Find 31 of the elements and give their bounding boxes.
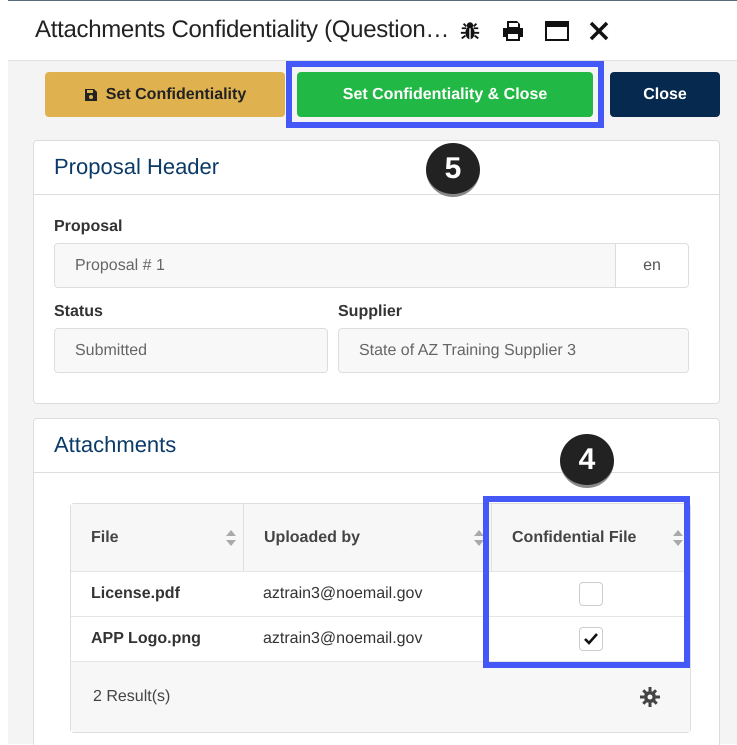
checkbox[interactable]: [578, 627, 602, 651]
step-number-badge: 4: [560, 434, 614, 488]
step-number-badge: 5: [426, 143, 480, 197]
section-heading: Proposal Header: [54, 154, 220, 181]
print-icon[interactable]: [501, 20, 526, 42]
settings-icon[interactable]: [640, 687, 660, 707]
section-heading: Attachments: [54, 432, 176, 459]
set-confidentiality-button[interactable]: Set Confidentiality: [45, 72, 285, 117]
window-title: Attachments Confidentiality (Question…: [35, 16, 450, 45]
close-icon[interactable]: [589, 20, 610, 40]
sort-icon[interactable]: [473, 528, 485, 546]
field-label: Supplier: [338, 302, 402, 322]
field-label: Proposal: [54, 217, 122, 237]
proposal-field[interactable]: Proposal # 1: [54, 243, 616, 288]
bug-icon[interactable]: [459, 20, 482, 42]
result-count: 2 Result(s): [93, 687, 170, 707]
field-label: Status: [54, 302, 103, 322]
column-header[interactable]: Uploaded by: [264, 526, 360, 550]
table-cell-text: License.pdf: [90, 584, 181, 604]
language-addon: en: [616, 243, 689, 288]
column-header[interactable]: File: [91, 526, 119, 550]
checkbox[interactable]: [578, 582, 602, 606]
maximize-icon[interactable]: [545, 20, 570, 40]
table-cell-text: aztrain3@noemail.gov: [262, 629, 424, 649]
close-button[interactable]: Close: [610, 72, 720, 117]
save-icon: [84, 88, 98, 102]
supplier-field[interactable]: State of AZ Training Supplier 3: [338, 328, 689, 373]
table-cell-text: aztrain3@noemail.gov: [262, 584, 424, 604]
table-cell-text: APP Logo.png: [90, 629, 202, 649]
check-icon: [584, 633, 598, 645]
status-field[interactable]: Submitted: [54, 328, 328, 373]
